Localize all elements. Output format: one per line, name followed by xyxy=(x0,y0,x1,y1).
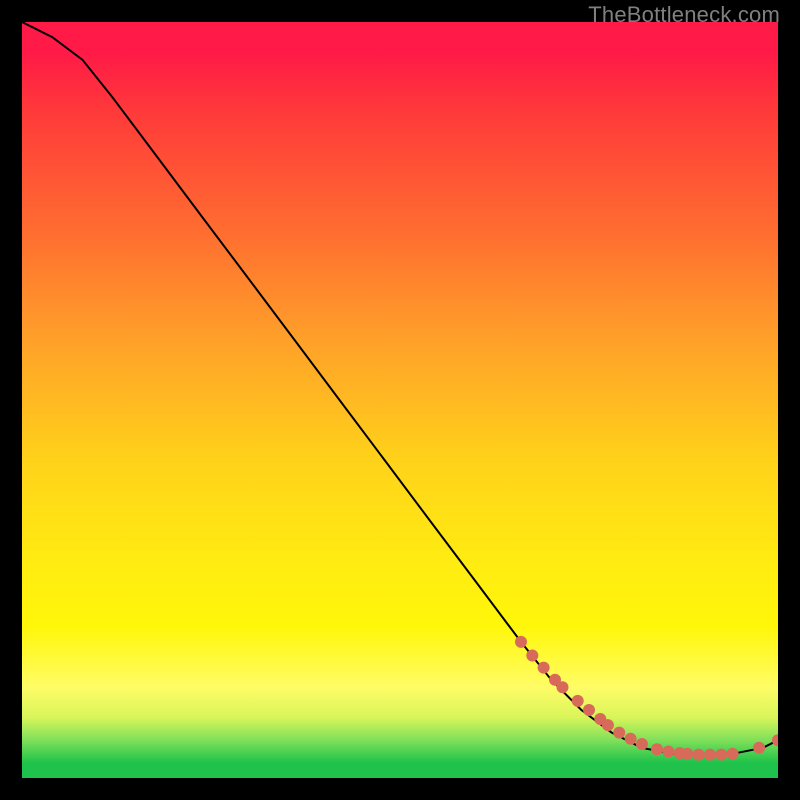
curve-line xyxy=(22,22,778,755)
marker-point xyxy=(515,636,527,648)
chart-container: TheBottleneck.com xyxy=(0,0,800,800)
marker-point xyxy=(704,749,716,761)
marker-point xyxy=(727,748,739,760)
marker-point xyxy=(693,749,705,761)
marker-point xyxy=(583,704,595,716)
marker-point xyxy=(557,681,569,693)
marker-point xyxy=(651,743,663,755)
marker-point xyxy=(602,719,614,731)
marker-point xyxy=(538,662,550,674)
marker-points xyxy=(515,636,778,761)
marker-point xyxy=(526,650,538,662)
marker-point xyxy=(572,695,584,707)
marker-point xyxy=(636,738,648,750)
marker-point xyxy=(753,742,765,754)
marker-point xyxy=(715,749,727,761)
marker-point xyxy=(772,734,778,746)
marker-point xyxy=(613,727,625,739)
marker-point xyxy=(681,748,693,760)
plot-area xyxy=(22,22,778,778)
marker-point xyxy=(662,746,674,758)
chart-svg xyxy=(22,22,778,778)
marker-point xyxy=(625,733,637,745)
